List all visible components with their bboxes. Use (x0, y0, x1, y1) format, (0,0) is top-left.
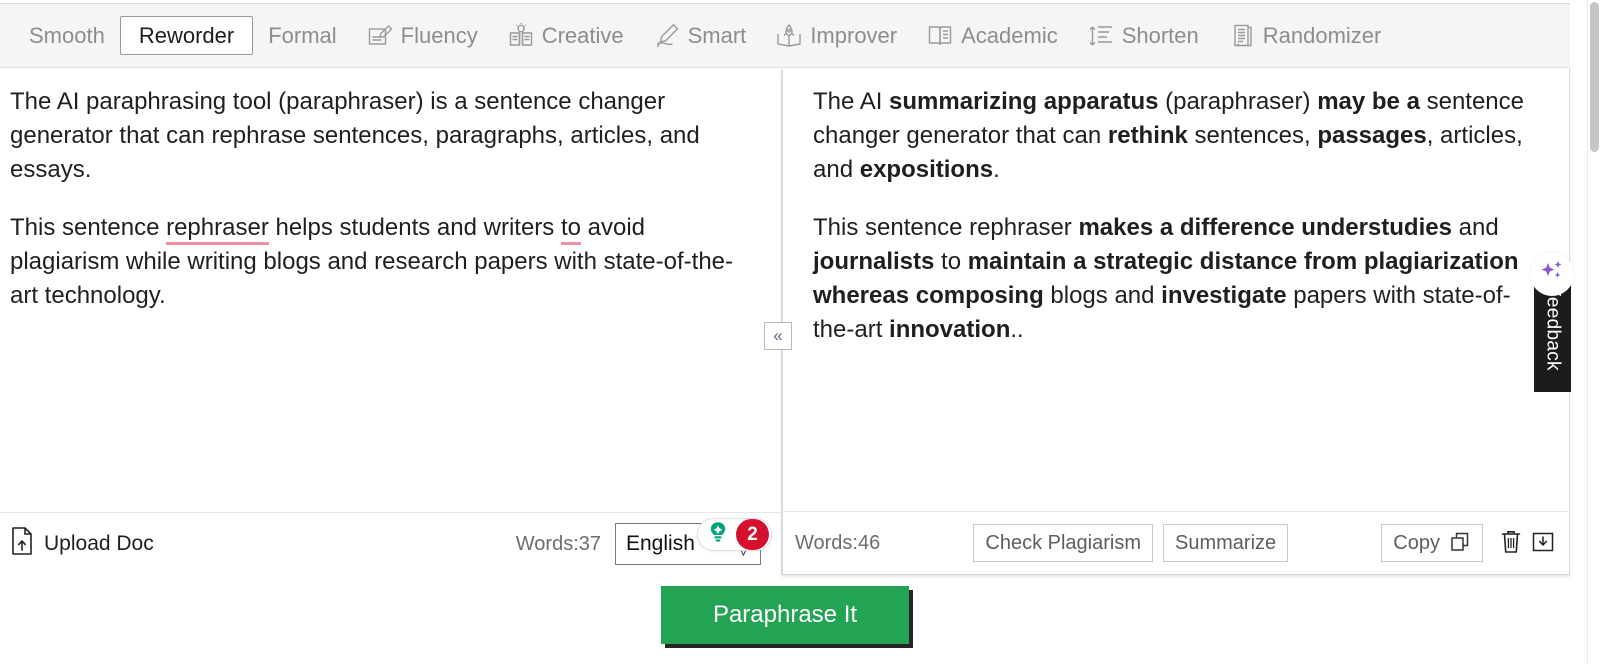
output-paragraph-2: This sentence rephraser makes a differen… (813, 211, 1547, 347)
tab-label: Creative (541, 22, 624, 48)
tab-formal[interactable]: Formal (253, 16, 351, 55)
scrollbar-thumb[interactable] (1590, 2, 1599, 152)
input-word-count: Words:37 (515, 532, 601, 555)
upload-doc-button[interactable]: Upload Doc (10, 527, 154, 561)
text-run: The AI (813, 88, 890, 115)
page-scrollbar[interactable] (1587, 0, 1600, 664)
lightbulb-icon (706, 520, 730, 550)
paraphrasing-tool-app: Smooth Reworder Formal Fluency Creative Smart… (0, 0, 1600, 664)
summarize-button[interactable]: Summarize (1163, 524, 1289, 562)
download-icon (1531, 530, 1555, 557)
collapse-panel-button[interactable]: « (764, 322, 792, 350)
download-button[interactable] (1527, 526, 1559, 560)
output-text: The AI summarizing apparatus (paraphrase… (813, 85, 1547, 348)
paraphrase-it-label: Paraphrase It (712, 601, 858, 628)
output-paragraph-1: The AI summarizing apparatus (paraphrase… (813, 85, 1547, 187)
book-bulb-icon (508, 22, 534, 49)
suggestion-count-badge: 2 (736, 519, 769, 550)
tab-smart[interactable]: Smart (639, 16, 762, 55)
text-run: (paraphraser) (1158, 88, 1318, 115)
shorten-lines-icon (1088, 23, 1114, 49)
trash-icon (1500, 529, 1522, 558)
copy-icon (1449, 532, 1471, 554)
output-word-count: Words:46 (795, 531, 881, 554)
output-pane-toolbar: Words:46 Check Plagiarism Summarize Copy (783, 511, 1569, 574)
upload-file-icon (10, 527, 34, 561)
tab-label: Smart (687, 22, 747, 48)
language-value: English (626, 532, 695, 555)
text-run: and (1451, 214, 1499, 242)
tab-label: Reworder (138, 22, 235, 48)
changed-phrase: summarizing apparatus (889, 88, 1159, 115)
text-run: helps students and writers (268, 214, 561, 242)
summarize-label: Summarize (1175, 531, 1277, 554)
input-pane-toolbar: Upload Doc Words:37 English △▽ (0, 512, 781, 575)
pen-hand-icon (654, 23, 680, 49)
tab-fluency[interactable]: Fluency (352, 16, 493, 55)
tab-label: Fluency (400, 22, 478, 48)
output-text-area[interactable]: The AI summarizing apparatus (paraphrase… (783, 69, 1569, 511)
input-pane: The AI paraphrasing tool (paraphraser) i… (0, 69, 782, 575)
changed-phrase: makes a difference understudies (1078, 214, 1452, 242)
editor-panes: The AI paraphrasing tool (paraphraser) i… (0, 69, 1570, 575)
text-run: . (993, 156, 1000, 184)
document-pen-icon (367, 23, 393, 49)
tab-randomizer[interactable]: Randomizer (1214, 16, 1397, 55)
tab-label: Smooth (29, 22, 105, 48)
check-plagiarism-button[interactable]: Check Plagiarism (973, 524, 1153, 562)
changed-phrase: innovation (889, 316, 1011, 344)
tab-creative[interactable]: Creative (493, 16, 639, 55)
tab-label: Improver (810, 22, 898, 48)
mode-tab-bar: Smooth Reworder Formal Fluency Creative Smart… (0, 3, 1570, 68)
changed-phrase: may be a (1317, 88, 1420, 115)
changed-phrase: passages (1317, 122, 1427, 150)
input-text: The AI paraphrasing tool (paraphraser) i… (10, 85, 759, 313)
text-run: .. (1010, 316, 1024, 344)
open-book-icon (927, 23, 953, 49)
feedback-label: Feedback (1542, 285, 1564, 371)
tab-shorten[interactable]: Shorten (1073, 16, 1214, 55)
tab-smooth[interactable]: Smooth (14, 16, 120, 55)
pages-stack-icon (1229, 23, 1255, 49)
feedback-bubble[interactable] (1530, 252, 1574, 296)
changed-phrase: rethink (1107, 122, 1188, 150)
tab-label: Randomizer (1262, 22, 1382, 48)
tab-label: Formal (268, 22, 337, 48)
book-rocket-icon (776, 23, 802, 49)
copy-label: Copy (1393, 531, 1440, 554)
text-run: to (934, 248, 968, 276)
tab-improver[interactable]: Improver (761, 16, 912, 55)
delete-button[interactable] (1495, 526, 1527, 560)
text-run: sentences, (1187, 122, 1318, 150)
input-paragraph-2: This sentence rephraser helps students a… (10, 211, 759, 313)
sparkles-icon (1537, 257, 1567, 292)
text-run: This sentence (10, 214, 167, 242)
chevron-double-left-icon: « (773, 326, 783, 345)
tab-label: Shorten (1121, 22, 1199, 48)
suggestions-indicator[interactable]: 2 (697, 518, 772, 551)
grammar-error-word[interactable]: rephraser (166, 214, 269, 246)
text-run: The AI paraphrasing tool (paraphraser) i… (10, 88, 700, 184)
paraphrase-it-button[interactable]: Paraphrase It (661, 586, 909, 644)
changed-phrase: investigate (1161, 282, 1287, 310)
tab-academic[interactable]: Academic (912, 16, 1073, 55)
upload-doc-label: Upload Doc (44, 532, 154, 555)
changed-phrase: journalists (813, 248, 935, 276)
text-run: This sentence rephraser (813, 214, 1079, 242)
cta-row: Paraphrase It (0, 586, 1570, 644)
tab-label: Academic (961, 22, 1058, 48)
input-textarea[interactable]: The AI paraphrasing tool (paraphraser) i… (0, 69, 781, 512)
text-run: blogs and (1043, 282, 1162, 310)
copy-button[interactable]: Copy (1381, 524, 1483, 562)
changed-phrase: expositions (859, 156, 994, 184)
output-pane: The AI summarizing apparatus (paraphrase… (782, 69, 1570, 575)
input-paragraph-1: The AI paraphrasing tool (paraphraser) i… (10, 85, 759, 187)
grammar-error-word[interactable]: to (560, 214, 581, 246)
tab-reworder[interactable]: Reworder (119, 16, 254, 55)
check-plagiarism-label: Check Plagiarism (985, 531, 1141, 554)
